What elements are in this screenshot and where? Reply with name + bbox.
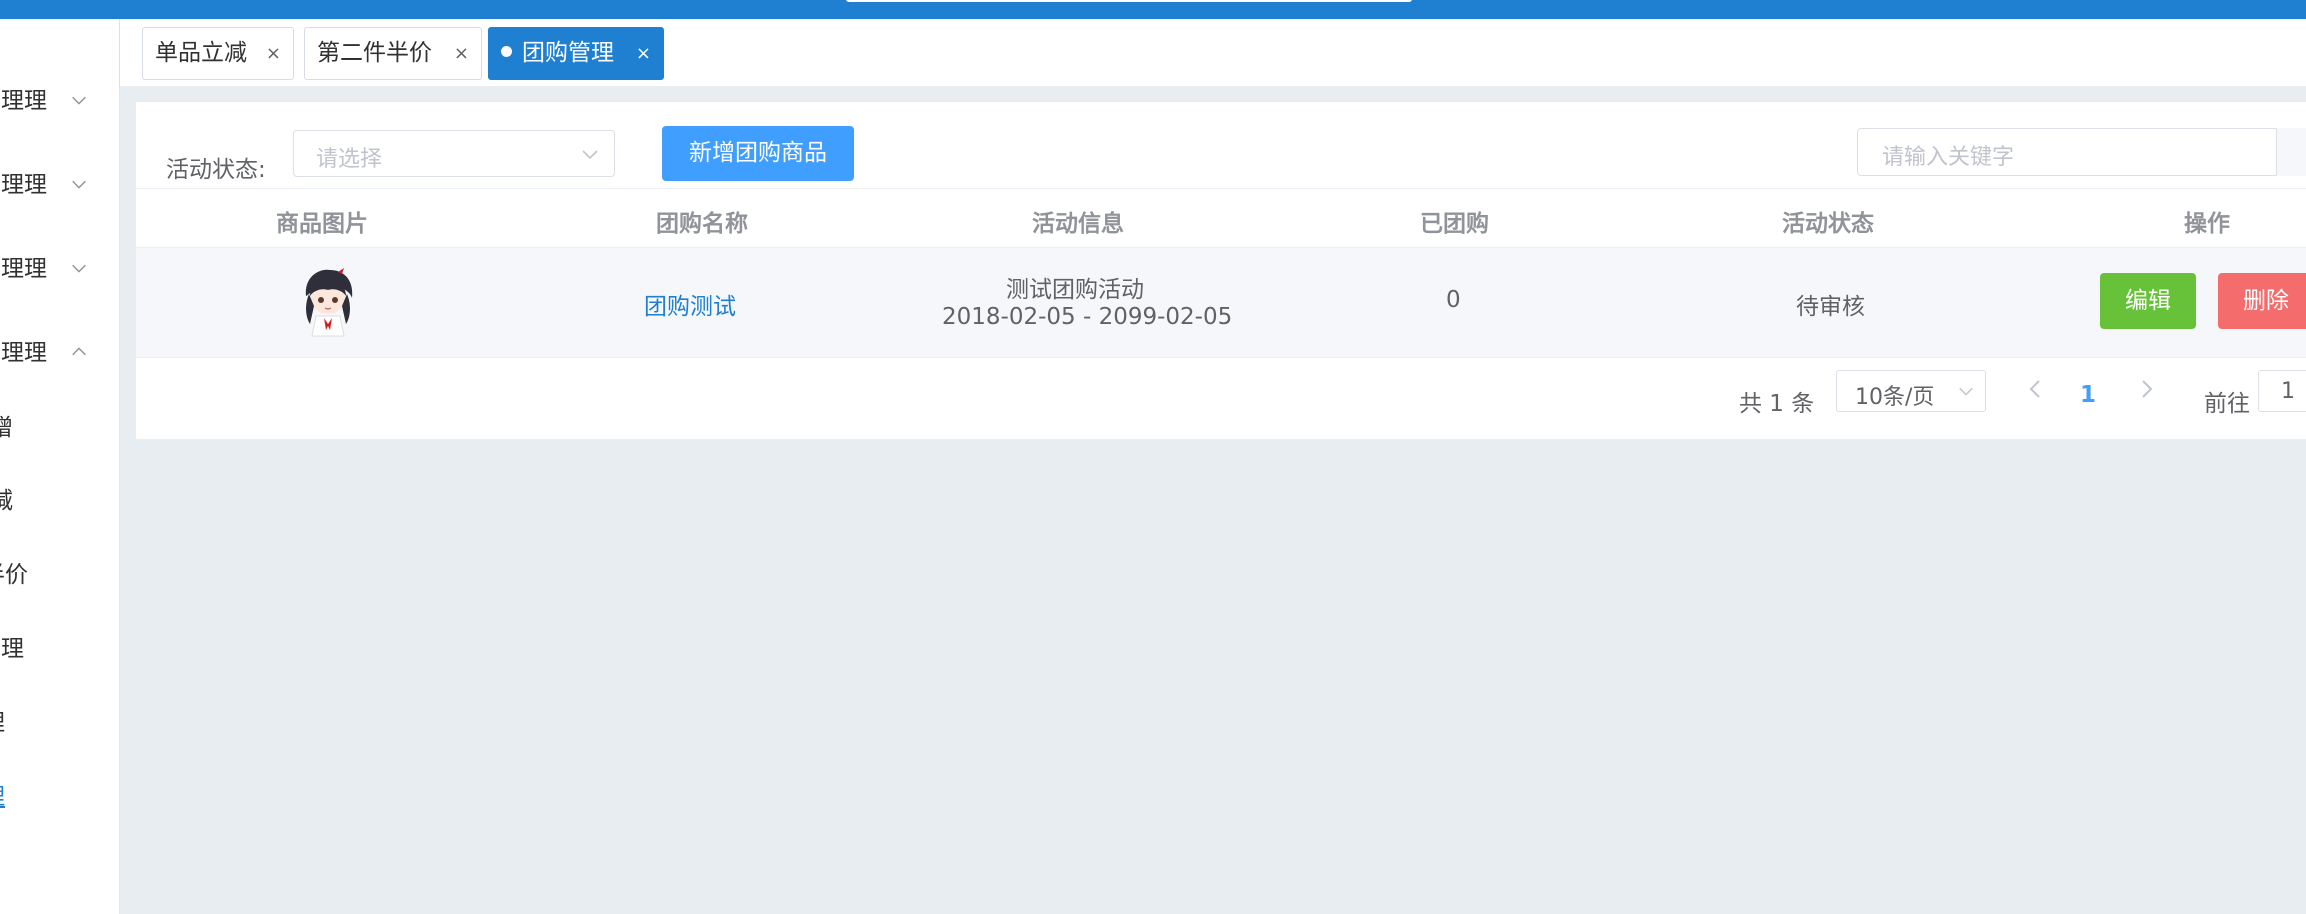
sidebar-subitem-3[interactable]: 半价 [0, 555, 119, 595]
chevron-down-icon [582, 150, 598, 160]
sidebar-subitem-1[interactable]: 增 [0, 408, 119, 448]
sidebar-subitem-5[interactable]: 理 [0, 703, 119, 743]
header-product-image: 商品图片 [276, 211, 368, 237]
table-header: 商品图片 团购名称 活动信息 已团购 活动状态 操作 [136, 188, 2306, 248]
header-actions: 操作 [2184, 211, 2230, 237]
page-size-select[interactable]: 10条/页 [1836, 370, 1986, 412]
sidebar-subitem-2[interactable]: 减 [0, 481, 119, 521]
chevron-down-icon [1959, 387, 1973, 396]
activity-title: 测试团购活动 [1006, 277, 1144, 303]
sidebar-item-label: 管理 [0, 636, 24, 662]
tab-single-discount[interactable]: 单品立减 × [142, 27, 294, 80]
chevron-left-icon[interactable] [2020, 374, 2050, 404]
close-icon[interactable]: × [454, 28, 469, 79]
sidebar-item-label: 理 [0, 703, 5, 743]
activity-dates: 2018-02-05 - 2099-02-05 [942, 304, 1233, 330]
delete-button[interactable]: 删除 [2218, 273, 2306, 329]
page-number-current[interactable]: 1 [2080, 382, 2096, 408]
goto-label: 前往 [2204, 391, 2250, 417]
tab-group-buy[interactable]: 团购管理 × [488, 27, 664, 80]
goto-page-input[interactable]: 1 [2258, 370, 2306, 412]
search-button[interactable] [2276, 128, 2306, 176]
tab-label: 单品立减 [155, 40, 247, 66]
sidebar-item-label: 管理理 [0, 172, 47, 198]
sidebar-item-label: 管理理 [0, 88, 47, 114]
header-purchased: 已团购 [1420, 211, 1489, 237]
purchased-count: 0 [1446, 287, 1461, 313]
product-thumbnail [305, 268, 353, 337]
group-buy-name-link[interactable]: 团购测试 [644, 287, 736, 321]
chevron-down-icon [72, 180, 86, 189]
chevron-up-icon [72, 347, 86, 356]
page-size-value: 10条/页 [1855, 385, 1935, 410]
chevron-down-icon [72, 264, 86, 273]
sidebar-item-1[interactable]: 管理理 [0, 81, 119, 121]
table-row: 团购测试 测试团购活动 2018-02-05 - 2099-02-05 0 待审… [136, 248, 2306, 358]
close-icon[interactable]: × [266, 28, 281, 79]
sidebar-item-2[interactable]: 管理理 [0, 165, 119, 205]
edit-button[interactable]: 编辑 [2100, 273, 2196, 329]
close-icon[interactable]: × [636, 28, 651, 79]
group-buy-panel: 活动状态: 请选择 新增团购商品 请输入关键字 商品图片 团购名称 活动信息 已… [136, 102, 2306, 439]
active-dot-icon [501, 46, 512, 57]
chevron-down-icon [72, 96, 86, 105]
sidebar-item-3[interactable]: 管理理 [0, 249, 119, 289]
status-select[interactable]: 请选择 [293, 130, 615, 177]
status-filter-label: 活动状态: [166, 157, 266, 183]
top-search-input[interactable] [846, 0, 1412, 2]
sidebar-subitem-active[interactable]: 理 [0, 777, 119, 817]
sidebar-item-label: 管理理 [0, 340, 47, 366]
pagination-total: 共 1 条 [1739, 391, 1815, 417]
tab-second-half-price[interactable]: 第二件半价 × [304, 27, 482, 80]
sidebar-item-label: 管理理 [0, 256, 47, 282]
main-content: 活动状态: 请选择 新增团购商品 请输入关键字 商品图片 团购名称 活动信息 已… [120, 86, 2306, 914]
tabs-bar: 单品立减 × 第二件半价 × 团购管理 × [120, 19, 2306, 86]
header-activity-status: 活动状态 [1782, 211, 1874, 237]
search-placeholder: 请输入关键字 [1882, 145, 2015, 170]
header-activity-info: 活动信息 [1032, 211, 1124, 237]
top-navbar [0, 0, 2306, 19]
sidebar-item-label: 理 [0, 777, 5, 817]
header-group-name: 团购名称 [656, 211, 748, 237]
chevron-right-icon[interactable] [2132, 374, 2162, 404]
sidebar-item-4[interactable]: 管理理 [0, 333, 119, 373]
sidebar-item-label: 增 [0, 408, 13, 448]
add-group-buy-button[interactable]: 新增团购商品 [662, 126, 854, 181]
activity-status: 待审核 [1796, 294, 1865, 320]
sidebar-subitem-4[interactable]: 管理 [0, 629, 119, 669]
search-input[interactable]: 请输入关键字 [1857, 128, 2306, 176]
sidebar-item-label: 减 [0, 481, 13, 521]
sidebar: 管理理 管理理 管理理 管理理 增 减 半价 管理 理 理 [0, 19, 120, 914]
select-placeholder: 请选择 [316, 147, 383, 172]
tab-label: 第二件半价 [317, 40, 432, 66]
pagination: 共 1 条 10条/页 1 前往 1 [136, 358, 2306, 439]
tab-label: 团购管理 [522, 40, 614, 66]
goto-page-value: 1 [2281, 379, 2295, 404]
sidebar-item-label: 半价 [0, 562, 28, 588]
